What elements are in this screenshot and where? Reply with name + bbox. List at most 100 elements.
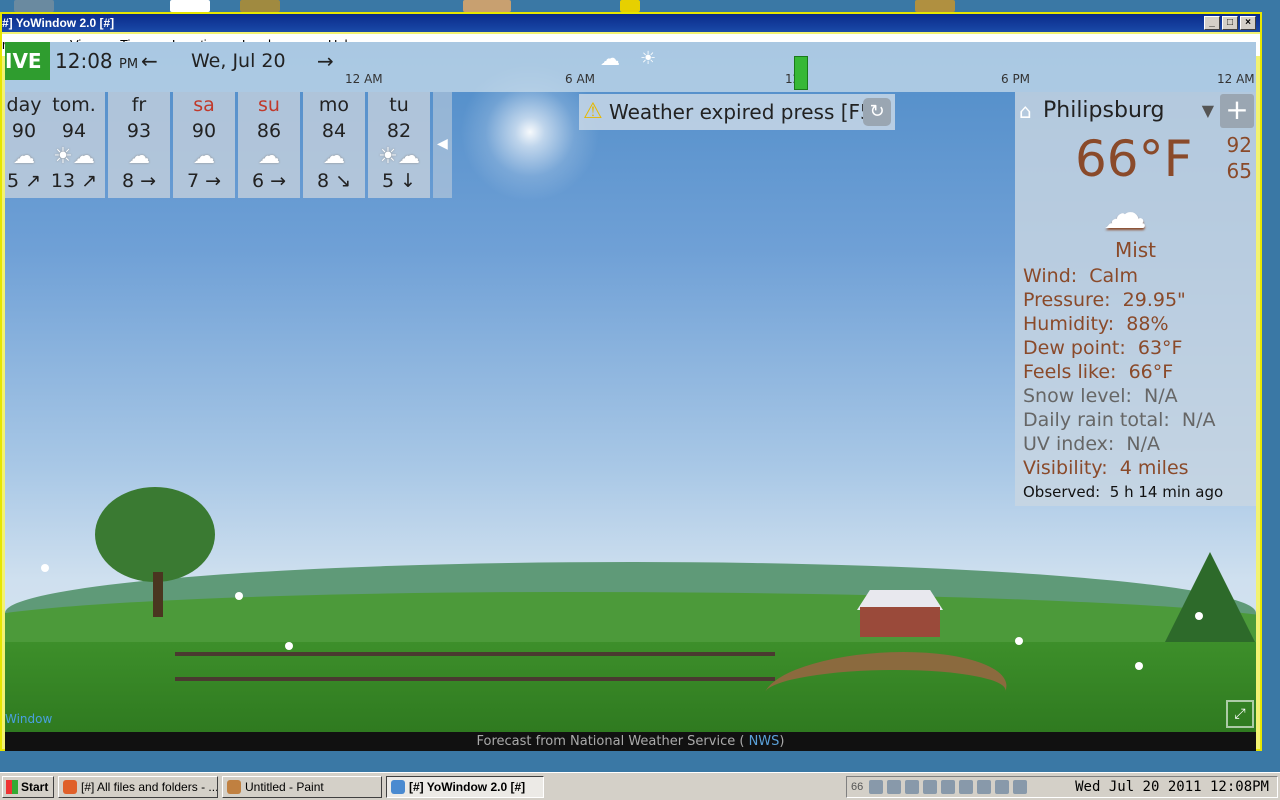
cloud-icon: ☁ xyxy=(128,144,150,169)
farm-house xyxy=(860,607,940,637)
refresh-button[interactable]: ↻ xyxy=(863,98,891,126)
mist-cloud-icon: ☁ xyxy=(1103,188,1147,239)
speaker-icon[interactable] xyxy=(1013,780,1027,794)
windows-logo-icon xyxy=(6,780,18,794)
location-name: Philipsburg xyxy=(1043,98,1165,123)
taskbar-item-firefox[interactable]: [#] All files and folders - ... xyxy=(58,776,218,798)
location-selector[interactable]: ⌂ Philipsburg ▼ xyxy=(1015,92,1218,130)
forecast-day[interactable]: tom. 94 ☀☁ 13 ↗ xyxy=(43,92,105,198)
forecast-day[interactable]: tu 82 ☀☁ 5 ↓ xyxy=(368,92,430,198)
current-time: 12:08 PM xyxy=(55,49,139,73)
tray-icon[interactable] xyxy=(887,780,901,794)
refresh-icon: ↻ xyxy=(869,101,885,122)
tray-icon[interactable] xyxy=(959,780,973,794)
cloud-icon: ☁ xyxy=(193,144,215,169)
close-button[interactable]: × xyxy=(1240,16,1256,30)
current-temperature: 66°F xyxy=(1075,130,1193,188)
tick-label: 6 AM xyxy=(565,72,596,86)
tray-icon[interactable] xyxy=(905,780,919,794)
stat-observed: Observed: 5 h 14 min ago xyxy=(1023,483,1224,501)
desktop-icon[interactable] xyxy=(463,0,511,12)
weather-scene: IVE 12:08 PM ← We, Jul 20 → 12 AM 6 AM 1… xyxy=(5,42,1256,732)
forecast-source-footer: Forecast from National Weather Service (… xyxy=(5,732,1256,751)
fullscreen-button[interactable]: ⤢ xyxy=(1226,700,1254,728)
stat-feels-like: Feels like: 66°F xyxy=(1023,361,1174,383)
taskbar: Start [#] All files and folders - ... Un… xyxy=(0,772,1280,800)
chevron-left-icon: ◀ xyxy=(437,136,448,152)
taskbar-item-yowindow[interactable]: [#] YoWindow 2.0 [#] xyxy=(386,776,544,798)
start-button[interactable]: Start xyxy=(2,776,54,798)
tray-clock[interactable]: Wed Jul 20 2011 12:08PM xyxy=(1075,777,1269,797)
live-button[interactable]: IVE xyxy=(5,42,50,80)
stat-uv-index: UV index: N/A xyxy=(1023,433,1161,455)
date-navigator: ← We, Jul 20 → xyxy=(137,42,342,80)
cloud-icon: ☁ xyxy=(323,144,345,169)
collapse-forecast-button[interactable]: ◀ xyxy=(433,92,452,198)
forecast-day[interactable]: sa 90 ☁ 7 → xyxy=(173,92,235,198)
tree-canopy xyxy=(95,487,215,582)
flower xyxy=(41,564,49,572)
maximize-button[interactable]: □ xyxy=(1222,16,1238,30)
forecast-day[interactable]: fr 93 ☁ 8 → xyxy=(108,92,170,198)
sun-cloud-icon: ☀ xyxy=(640,48,657,69)
flower xyxy=(285,642,293,650)
tray-temperature[interactable]: 66 xyxy=(851,777,863,797)
desktop-icon[interactable] xyxy=(170,0,210,12)
stat-dew-point: Dew point: 63°F xyxy=(1023,337,1183,359)
stat-humidity: Humidity: 88% xyxy=(1023,313,1169,335)
desktop-icon[interactable] xyxy=(620,0,640,12)
cloud-icon: ☁ xyxy=(600,46,620,70)
cloud-icon: ☁ xyxy=(258,144,280,169)
taskbar-item-paint[interactable]: Untitled - Paint xyxy=(222,776,382,798)
volume-icon[interactable] xyxy=(941,780,955,794)
window-titlebar[interactable]: #] YoWindow 2.0 [#] _ □ × xyxy=(2,14,1260,32)
hi-lo: 92 65 xyxy=(1227,132,1252,184)
forecast-day[interactable]: mo 84 ☁ 8 ↘ xyxy=(303,92,365,198)
cloud-icon: ☁ xyxy=(13,144,35,169)
tick-label: 12 AM xyxy=(1217,72,1255,86)
chevron-down-icon: ▼ xyxy=(1201,101,1214,120)
paint-icon xyxy=(227,780,241,794)
high-temp: 92 xyxy=(1226,133,1252,157)
flower xyxy=(1015,637,1023,645)
tick-label: 6 PM xyxy=(1001,72,1031,86)
desktop-icon[interactable] xyxy=(240,0,280,12)
tray-icons xyxy=(869,780,1029,794)
tree-trunk xyxy=(153,572,163,617)
tray-icon[interactable] xyxy=(977,780,991,794)
next-day-arrow-icon[interactable]: → xyxy=(317,42,334,80)
flower xyxy=(235,592,243,600)
flower xyxy=(1195,612,1203,620)
stat-snow-level: Snow level: N/A xyxy=(1023,385,1178,407)
firefox-icon xyxy=(63,780,77,794)
desktop-icon[interactable] xyxy=(14,0,54,12)
network-icon[interactable] xyxy=(995,780,1009,794)
forecast-day[interactable]: day 90 ☁ 5 ↗ xyxy=(5,92,43,198)
low-temp: 65 xyxy=(1226,159,1252,183)
warning-icon: ⚠ xyxy=(583,99,603,124)
nws-link[interactable]: NWS xyxy=(749,734,780,749)
system-tray: 66 Wed Jul 20 2011 12:08PM xyxy=(846,776,1278,798)
prev-day-arrow-icon[interactable]: ← xyxy=(141,42,158,80)
stat-pressure: Pressure: 29.95" xyxy=(1023,289,1186,311)
current-conditions-panel: ⌂ Philipsburg ▼ + 66°F 92 65 ☁ Mist Wind… xyxy=(1015,92,1256,506)
stat-daily-rain: Daily rain total: N/A xyxy=(1023,409,1216,431)
sun-cloud-icon: ☀☁ xyxy=(378,144,420,169)
stat-wind: Wind: Calm xyxy=(1023,265,1138,287)
timeline-bar: IVE 12:08 PM ← We, Jul 20 → 12 AM 6 AM 1… xyxy=(5,42,1256,92)
add-location-button[interactable]: + xyxy=(1220,94,1254,128)
window-title: #] YoWindow 2.0 [#] xyxy=(2,16,115,30)
tray-icon[interactable] xyxy=(923,780,937,794)
yowindow-logo[interactable]: Window xyxy=(5,712,52,726)
time-slider-handle[interactable] xyxy=(794,56,808,90)
expand-icon: ⤢ xyxy=(1234,706,1246,722)
fence-rail xyxy=(175,652,775,656)
weather-stats: Wind: Calm Pressure: 29.95" Humidity: 88… xyxy=(1023,264,1223,504)
desktop-icon[interactable] xyxy=(915,0,955,12)
home-icon: ⌂ xyxy=(1019,99,1032,123)
yowindow-icon xyxy=(391,780,405,794)
minimize-button[interactable]: _ xyxy=(1204,16,1220,30)
sun-cloud-icon: ☀☁ xyxy=(53,144,95,169)
forecast-day[interactable]: su 86 ☁ 6 → xyxy=(238,92,300,198)
tray-icon[interactable] xyxy=(869,780,883,794)
